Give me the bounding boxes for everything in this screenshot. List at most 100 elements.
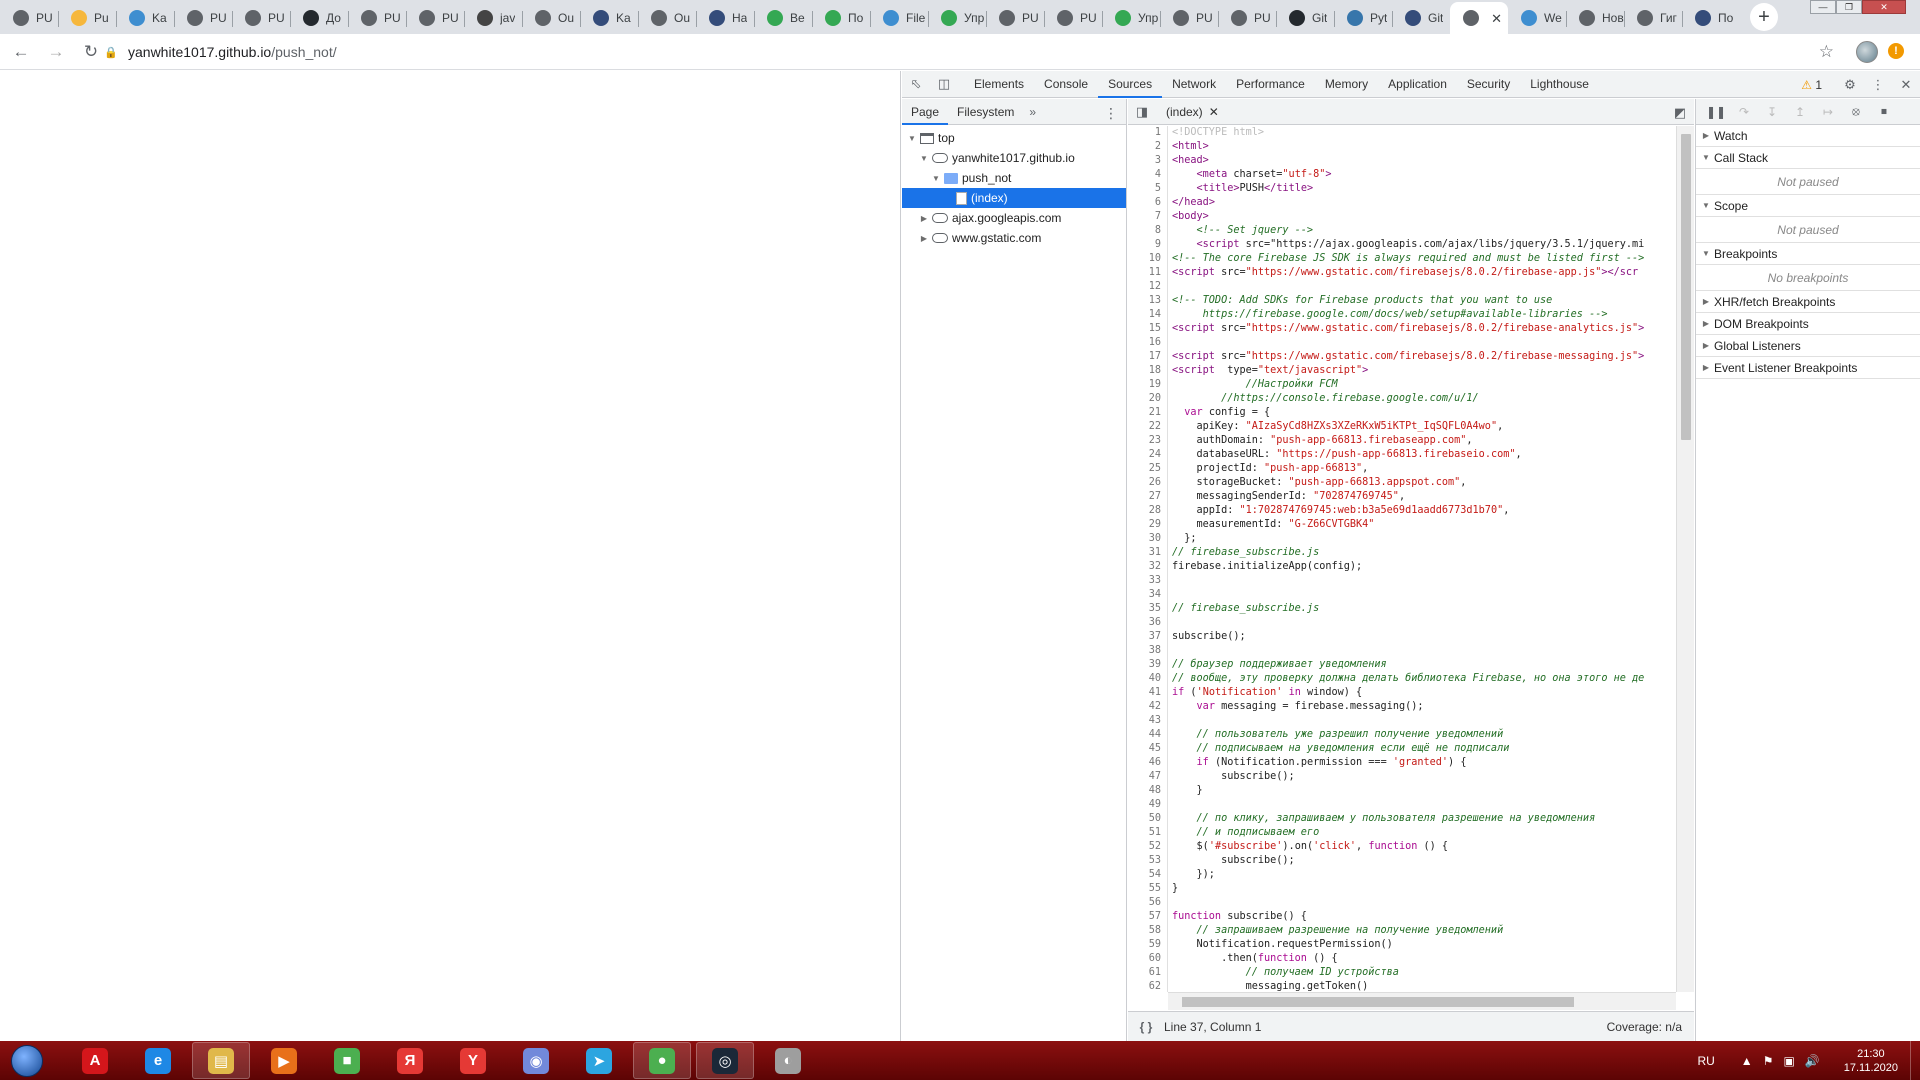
device-toolbar-icon[interactable]: ◫ <box>930 71 958 98</box>
line-number[interactable]: 29 <box>1128 518 1168 532</box>
more-tabs-icon[interactable]: » <box>1023 105 1042 119</box>
deactivate-breakpoints-icon[interactable]: ⦻ <box>1842 104 1870 119</box>
browser-tab[interactable]: До <box>290 2 348 34</box>
taskbar-discord[interactable]: ◉ <box>507 1042 565 1079</box>
line-number[interactable]: 60 <box>1128 952 1168 966</box>
tree-item[interactable]: ▶ ajax.googleapis.com <box>902 208 1126 228</box>
line-number[interactable]: 58 <box>1128 924 1168 938</box>
taskbar-steam[interactable]: ◎ <box>696 1042 754 1079</box>
line-number[interactable]: 1 <box>1128 126 1168 140</box>
step-into-icon[interactable]: ↧ <box>1758 105 1786 119</box>
taskbar-chrome[interactable]: ● <box>633 1042 691 1079</box>
line-number[interactable]: 18 <box>1128 364 1168 378</box>
language-indicator[interactable]: RU <box>1697 1054 1714 1068</box>
line-number[interactable]: 25 <box>1128 462 1168 476</box>
browser-tab[interactable]: ✕ <box>1450 2 1508 34</box>
back-button[interactable]: ← <box>7 38 35 66</box>
clock[interactable]: 21:30 17.11.2020 <box>1844 1047 1898 1075</box>
line-number[interactable]: 8 <box>1128 224 1168 238</box>
browser-tab[interactable]: Git <box>1392 2 1450 34</box>
line-number[interactable]: 34 <box>1128 588 1168 602</box>
taskbar-pinball[interactable]: ◐ <box>759 1042 817 1079</box>
pane-header-event-listener-breakpoints[interactable]: ▶ Event Listener Breakpoints <box>1696 357 1920 379</box>
line-number[interactable]: 35 <box>1128 602 1168 616</box>
line-number[interactable]: 5 <box>1128 182 1168 196</box>
address-bar[interactable]: 🔒 yanwhite1017.github.io/push_not/ <box>104 38 1840 66</box>
vertical-scrollbar[interactable] <box>1676 126 1694 992</box>
line-number[interactable]: 42 <box>1128 700 1168 714</box>
tree-item[interactable]: ▼ yanwhite1017.github.io <box>902 148 1126 168</box>
devtools-tab-performance[interactable]: Performance <box>1226 71 1315 98</box>
volume-icon[interactable]: 🔊 <box>1805 1054 1820 1068</box>
browser-tab[interactable]: Упр <box>928 2 986 34</box>
line-number[interactable]: 23 <box>1128 434 1168 448</box>
line-number[interactable]: 26 <box>1128 476 1168 490</box>
devtools-tab-elements[interactable]: Elements <box>964 71 1034 98</box>
line-number[interactable]: 55 <box>1128 882 1168 896</box>
step-icon[interactable]: ↦ <box>1814 105 1842 119</box>
devtools-tab-security[interactable]: Security <box>1457 71 1520 98</box>
close-devtools-icon[interactable]: ✕ <box>1892 71 1920 98</box>
editor-tab-index[interactable]: (index) <box>1156 105 1209 119</box>
line-number[interactable]: 44 <box>1128 728 1168 742</box>
line-number[interactable]: 59 <box>1128 938 1168 952</box>
tree-item[interactable]: ▼ push_not <box>902 168 1126 188</box>
line-number[interactable]: 32 <box>1128 560 1168 574</box>
line-number[interactable]: 41 <box>1128 686 1168 700</box>
inspect-element-icon[interactable]: ⬁ <box>902 71 930 98</box>
tree-item[interactable]: ▶ www.gstatic.com <box>902 228 1126 248</box>
line-number[interactable]: 9 <box>1128 238 1168 252</box>
settings-gear-icon[interactable]: ⚙ <box>1836 71 1864 98</box>
horizontal-scrollbar[interactable] <box>1168 992 1676 1010</box>
devtools-tab-application[interactable]: Application <box>1378 71 1457 98</box>
browser-tab[interactable]: Ou <box>522 2 580 34</box>
step-over-icon[interactable]: ↷ <box>1730 105 1758 119</box>
browser-tab[interactable]: По <box>812 2 870 34</box>
maximize-button[interactable]: ❐ <box>1836 0 1862 14</box>
line-number[interactable]: 12 <box>1128 280 1168 294</box>
browser-tab[interactable]: PU <box>986 2 1044 34</box>
line-number[interactable]: 36 <box>1128 616 1168 630</box>
pretty-print-icon[interactable]: { } <box>1128 1020 1164 1034</box>
line-number[interactable]: 38 <box>1128 644 1168 658</box>
line-number[interactable]: 49 <box>1128 798 1168 812</box>
line-number[interactable]: 19 <box>1128 378 1168 392</box>
close-tab-icon[interactable]: ✕ <box>1491 11 1502 27</box>
pause-icon[interactable]: ❚❚ <box>1702 105 1730 119</box>
warnings-counter[interactable]: ⚠ 1 <box>1801 78 1822 92</box>
line-number[interactable]: 45 <box>1128 742 1168 756</box>
browser-tab[interactable]: Pu <box>58 2 116 34</box>
line-number[interactable]: 61 <box>1128 966 1168 980</box>
taskbar-yandex-browser[interactable]: Y <box>444 1042 502 1079</box>
line-number[interactable]: 24 <box>1128 448 1168 462</box>
line-number[interactable]: 16 <box>1128 336 1168 350</box>
browser-tab[interactable]: PU <box>406 2 464 34</box>
line-number[interactable]: 37 <box>1128 630 1168 644</box>
browser-tab[interactable]: Git <box>1276 2 1334 34</box>
expanded-arrow-icon[interactable]: ▼ <box>930 174 942 183</box>
line-number[interactable]: 62 <box>1128 980 1168 992</box>
toggle-debugger-icon[interactable]: ◩ <box>1666 99 1694 126</box>
action-center-flag-icon[interactable]: ⚑ <box>1763 1054 1774 1068</box>
line-number[interactable]: 57 <box>1128 910 1168 924</box>
taskbar-file-explorer[interactable]: ▤ <box>192 1042 250 1079</box>
browser-tab[interactable]: PU <box>174 2 232 34</box>
tree-item[interactable]: ▼ top <box>902 128 1126 148</box>
browser-tab[interactable]: Упр <box>1102 2 1160 34</box>
pane-header-global-listeners[interactable]: ▶ Global Listeners <box>1696 335 1920 357</box>
line-number[interactable]: 28 <box>1128 504 1168 518</box>
pause-on-exceptions-icon[interactable]: ⏹ <box>1870 104 1898 119</box>
browser-tab[interactable]: По <box>1682 2 1740 34</box>
line-number[interactable]: 30 <box>1128 532 1168 546</box>
line-number[interactable]: 21 <box>1128 406 1168 420</box>
close-tab-icon[interactable]: ✕ <box>1209 105 1219 119</box>
browser-tab[interactable]: Гиг <box>1624 2 1682 34</box>
toggle-navigator-icon[interactable]: ◨ <box>1128 98 1156 125</box>
devtools-tab-sources[interactable]: Sources <box>1098 71 1163 98</box>
line-number[interactable]: 31 <box>1128 546 1168 560</box>
show-desktop-button[interactable] <box>1910 1041 1920 1080</box>
browser-tab[interactable]: PU <box>1218 2 1276 34</box>
browser-tab[interactable]: Ве <box>754 2 812 34</box>
line-number[interactable]: 4 <box>1128 168 1168 182</box>
navigator-menu-icon[interactable]: ⋮ <box>1104 105 1118 122</box>
